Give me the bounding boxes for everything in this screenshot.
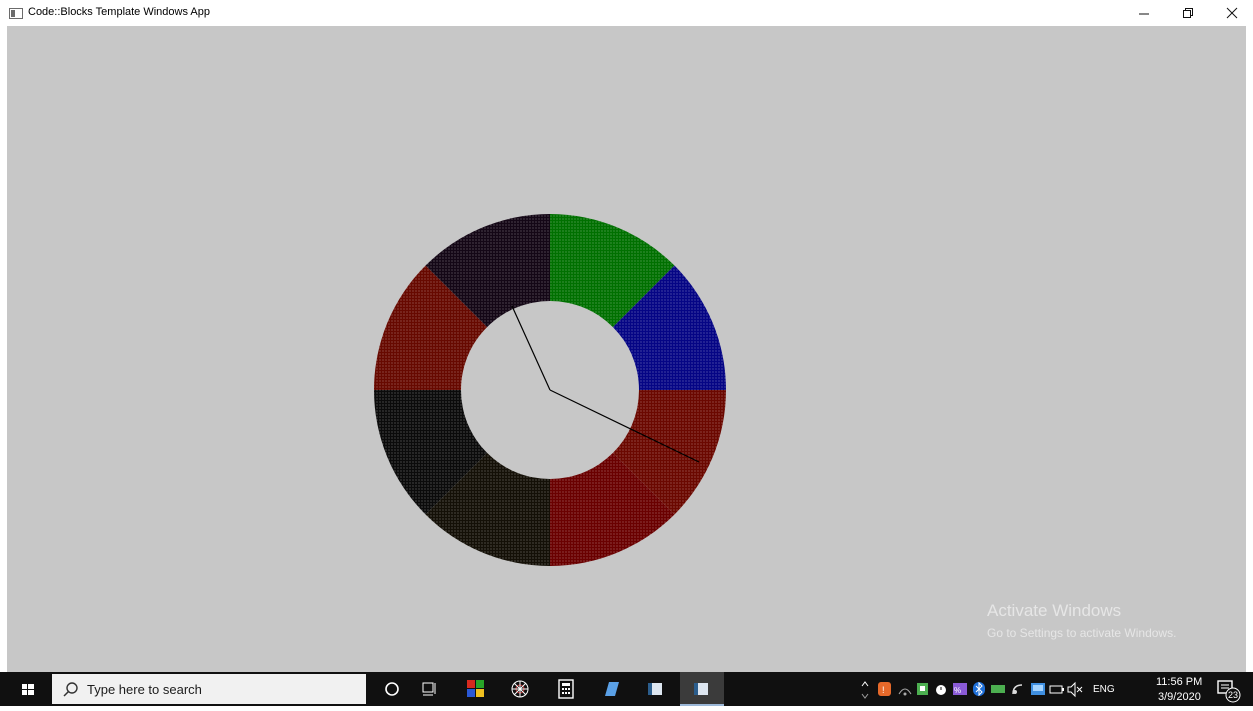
notepad-app-icon[interactable] [599,672,623,706]
clock-date[interactable]: 3/9/2020 [1158,691,1201,703]
svg-text:!: ! [882,685,885,695]
window-app-1-icon[interactable] [643,672,667,706]
alarm-clock-icon[interactable] [932,672,950,706]
notification-icon [1217,680,1241,703]
title-bar[interactable]: Code::Blocks Template Windows App [0,0,1253,26]
graphics-card-icon[interactable] [988,672,1008,706]
language-indicator[interactable]: ENG [1093,684,1115,695]
window-app-active-icon [694,683,708,695]
minimize-button[interactable] [1122,0,1166,26]
clock-time[interactable]: 11:56 PM [1156,676,1202,688]
windows-logo-icon [22,684,34,695]
restore-button[interactable] [1166,0,1210,26]
active-app-button[interactable] [680,672,724,706]
spider-web-app-icon[interactable] [508,672,532,706]
search-placeholder: Type here to search [87,682,202,697]
minimize-icon [1139,13,1149,15]
display-settings-icon[interactable] [1028,672,1048,706]
nvidia-settings-icon[interactable]: % [950,672,970,706]
restore-icon [1183,8,1193,18]
window-title: Code::Blocks Template Windows App [28,6,210,18]
colored-tiles-app-icon[interactable] [464,672,488,706]
tray-app-green-icon[interactable] [914,672,932,706]
volume-muted-icon[interactable] [1066,672,1084,706]
satellite-icon[interactable] [1008,672,1028,706]
search-icon [63,682,78,697]
svg-text:%: % [954,686,961,695]
close-button[interactable] [1210,0,1253,26]
battery-icon[interactable] [1048,672,1066,706]
donut-ring-drawing [374,214,726,567]
app-window-icon [9,8,23,19]
app-canvas[interactable]: Activate Windows Go to Settings to activ… [7,26,1246,672]
search-box[interactable]: Type here to search [52,674,366,704]
action-center-button[interactable]: 23 [1212,672,1242,706]
window-border [1246,26,1253,672]
activate-windows-title: Activate Windows [987,601,1122,620]
shield-alert-icon[interactable]: ! [875,672,895,706]
show-hidden-icons-chevron-icon[interactable] [860,672,870,706]
notification-count-badge: 23 [1227,690,1238,700]
start-button[interactable] [8,672,48,706]
task-view-icon[interactable] [417,672,441,706]
activate-windows-subtitle: Go to Settings to activate Windows. [987,626,1177,640]
cortana-circle-icon[interactable] [380,672,404,706]
taskbar: Type here to search ! % ENG 11:56 PM 3/9… [0,672,1253,706]
calculator-icon[interactable] [554,672,578,706]
network-icon[interactable] [896,672,914,706]
close-icon [1226,7,1238,19]
bluetooth-icon[interactable] [970,672,988,706]
